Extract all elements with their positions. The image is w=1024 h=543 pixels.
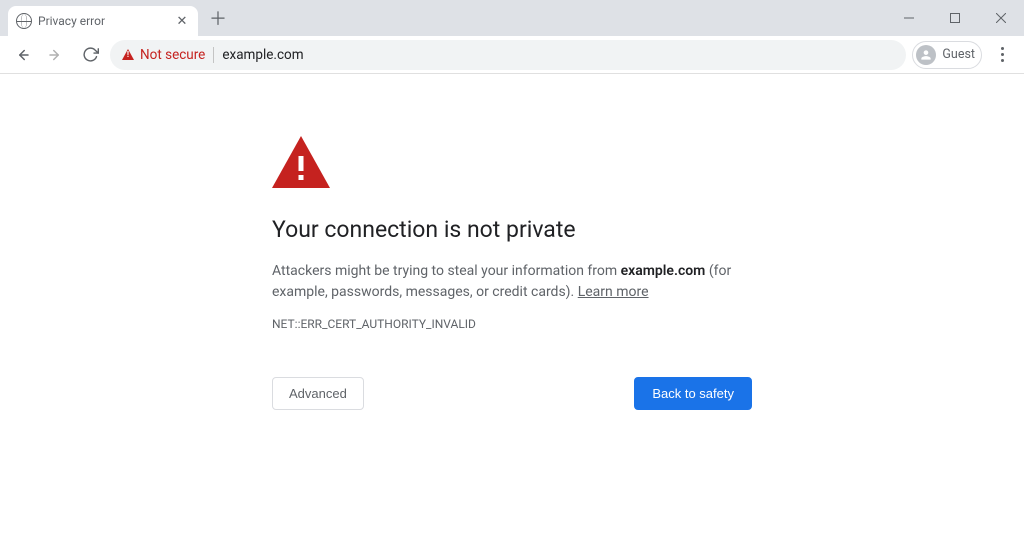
browser-tab[interactable]: Privacy error ✕ (8, 6, 198, 36)
security-chip[interactable]: Not secure (122, 47, 205, 63)
maximize-button[interactable] (932, 0, 978, 36)
advanced-button[interactable]: Advanced (272, 377, 364, 410)
error-code: NET::ERR_CERT_AUTHORITY_INVALID (272, 317, 752, 331)
learn-more-link[interactable]: Learn more (578, 284, 649, 300)
tab-title: Privacy error (38, 14, 168, 28)
security-label: Not secure (140, 47, 205, 63)
close-tab-button[interactable]: ✕ (174, 13, 190, 29)
forward-button[interactable] (42, 41, 70, 69)
warning-icon (272, 136, 330, 188)
body-prefix: Attackers might be trying to steal your … (272, 263, 621, 279)
profile-chip[interactable]: Guest (912, 41, 982, 69)
body-text: Attackers might be trying to steal your … (272, 261, 752, 303)
address-bar[interactable]: Not secure example.com (110, 40, 906, 70)
divider (213, 47, 214, 63)
back-to-safety-button[interactable]: Back to safety (634, 377, 752, 410)
window-controls (886, 0, 1024, 36)
globe-icon (16, 13, 32, 29)
button-row: Advanced Back to safety (272, 377, 752, 410)
close-window-button[interactable] (978, 0, 1024, 36)
ssl-interstitial: Your connection is not private Attackers… (0, 74, 1024, 410)
avatar-icon (916, 45, 936, 65)
kebab-icon (1001, 47, 1004, 62)
interstitial-content: Your connection is not private Attackers… (272, 136, 752, 410)
new-tab-button[interactable]: ＋ (204, 4, 232, 32)
reload-button[interactable] (76, 41, 104, 69)
back-button[interactable] (8, 41, 36, 69)
profile-label: Guest (942, 47, 975, 62)
minimize-button[interactable] (886, 0, 932, 36)
page-heading: Your connection is not private (272, 216, 752, 243)
toolbar: Not secure example.com Guest (0, 36, 1024, 74)
titlebar: Privacy error ✕ ＋ (0, 0, 1024, 36)
warning-triangle-icon (122, 49, 134, 60)
url-text: example.com (222, 47, 303, 63)
kebab-menu-button[interactable] (988, 41, 1016, 69)
body-host: example.com (621, 263, 706, 279)
tab-strip: Privacy error ✕ ＋ (0, 0, 232, 36)
